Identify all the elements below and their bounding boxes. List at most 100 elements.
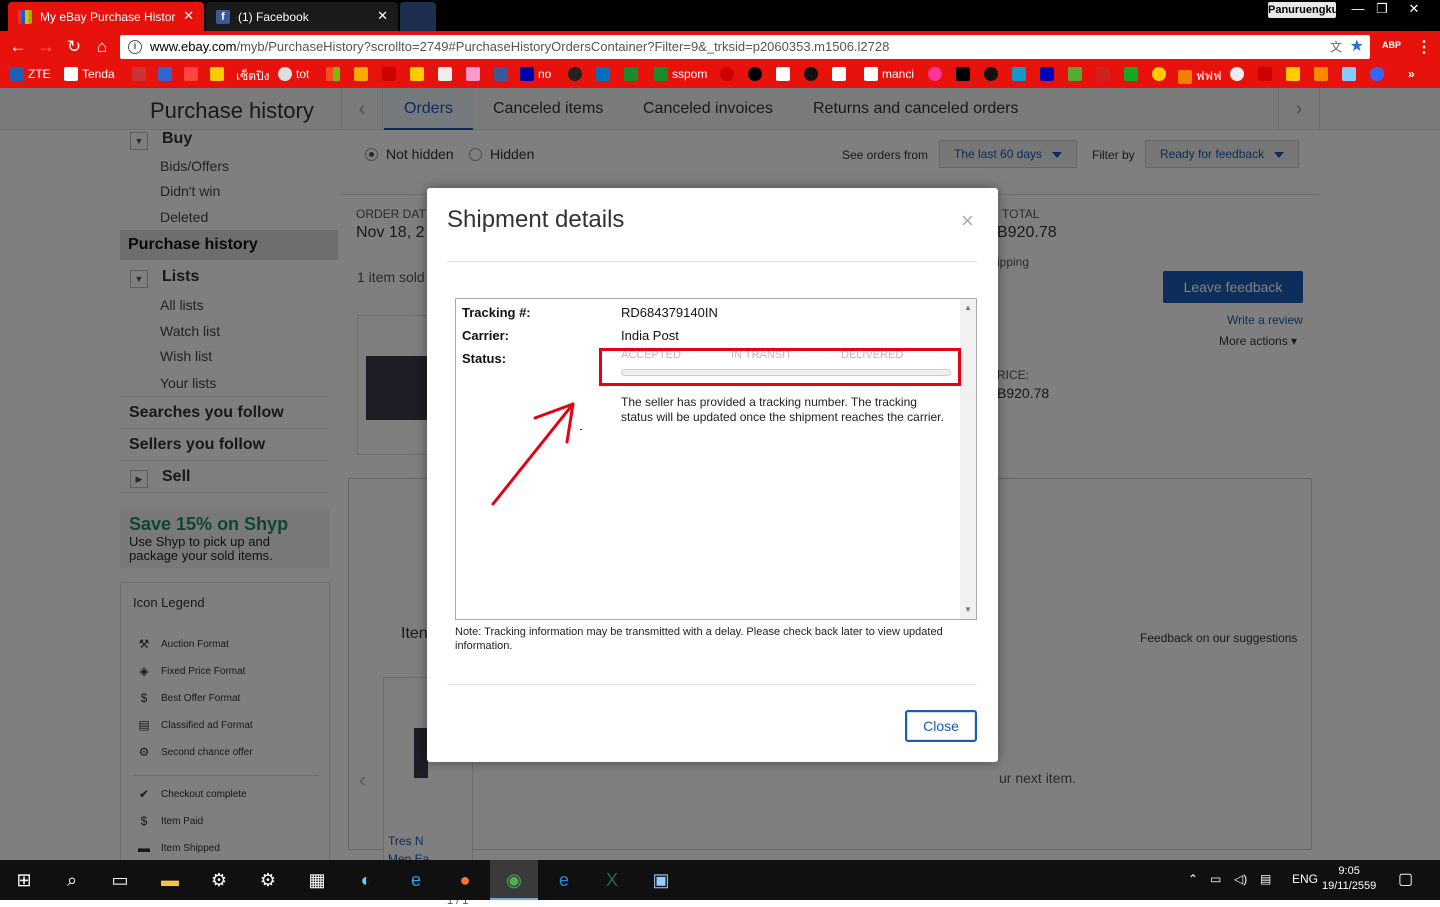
tab-facebook[interactable]: f (1) Facebook ✕	[206, 2, 398, 31]
volume-icon[interactable]: ◁)	[1234, 872, 1247, 886]
bookmark-icon	[10, 67, 24, 81]
bookmark-icon	[568, 67, 582, 81]
bookmark-icon	[1370, 67, 1384, 81]
url-path: /myb/PurchaseHistory?scrollto=2749#Purch…	[236, 39, 890, 54]
bookmark-icon	[354, 67, 368, 81]
tab-title: My eBay Purchase Histor	[40, 9, 176, 24]
bookmark-tv[interactable]: no	[520, 67, 551, 81]
tab-close-icon[interactable]: ✕	[377, 8, 388, 24]
app-icon[interactable]: ◐	[354, 868, 378, 892]
home-icon[interactable]: ⌂	[92, 37, 112, 57]
task-view-icon[interactable]: ▭	[108, 868, 132, 892]
scroll-down-icon[interactable]: ▼	[964, 605, 972, 614]
info-icon[interactable]: i	[128, 40, 142, 54]
bookmark-icons-2[interactable]	[326, 67, 508, 81]
profile-button[interactable]: Panuruengkunk	[1268, 2, 1351, 18]
bookmark-icon	[654, 67, 668, 81]
tracking-label: Tracking #:	[462, 305, 531, 320]
bookmark-icon	[1342, 67, 1356, 81]
start-icon[interactable]: ⊞	[12, 868, 36, 892]
bookmark-icons-3[interactable]	[568, 67, 638, 81]
firefox-icon[interactable]: ●	[453, 868, 477, 892]
remote-desktop-icon[interactable]: ▣	[649, 868, 673, 892]
network-icon[interactable]: ▭	[1210, 872, 1221, 886]
keyboard-icon[interactable]: ▤	[1260, 872, 1271, 886]
bookmark-icon	[210, 67, 224, 81]
bookmark-manci[interactable]: manci	[864, 67, 914, 81]
settings-icon[interactable]: ⚙	[256, 868, 280, 892]
windows-icon	[326, 67, 340, 81]
tab-ebay[interactable]: My eBay Purchase Histor ✕	[8, 2, 204, 31]
bookmark-star-icon[interactable]: ★	[1350, 35, 1364, 59]
shipment-details-dialog: Shipment details × Tracking #: RD6843791…	[427, 188, 998, 762]
bookmark-icons-6[interactable]	[1230, 67, 1384, 81]
tracking-message: The seller has provided a tracking numbe…	[621, 395, 944, 424]
ball-icon	[804, 67, 818, 81]
bookmark-icon	[1314, 67, 1328, 81]
internet-explorer-icon[interactable]: e	[404, 868, 428, 892]
bookmark-icons-5[interactable]	[928, 67, 1166, 81]
bookmark-icon	[158, 67, 172, 81]
menu-icon[interactable]: ⋮	[1416, 37, 1432, 57]
tools-icon[interactable]: ⚙	[207, 868, 231, 892]
page-icon	[64, 67, 78, 81]
language-indicator[interactable]: ENG	[1292, 872, 1318, 886]
bookmarks-overflow-icon[interactable]: »	[1408, 67, 1415, 81]
address-bar[interactable]: i www.ebay.com/myb/PurchaseHistory?scrol…	[120, 35, 1370, 59]
bookmark-icon	[1040, 67, 1054, 81]
carrier-name: India Post	[621, 328, 679, 343]
facebook-favicon: f	[216, 9, 230, 24]
bookmark-tot[interactable]: tot	[278, 67, 309, 81]
new-tab-button[interactable]	[400, 2, 436, 31]
bookmark-icon	[832, 67, 846, 81]
globe-icon	[278, 67, 292, 81]
close-button[interactable]: Close	[905, 710, 977, 742]
status-highlight-box	[599, 348, 961, 386]
bookmark-icons-4[interactable]	[720, 67, 846, 81]
panel-scrollbar[interactable]: ▲ ▼	[960, 299, 976, 619]
edge-icon[interactable]: e	[552, 868, 576, 892]
tab-title: (1) Facebook	[238, 9, 309, 24]
bookmark-icon	[776, 67, 790, 81]
forward-icon[interactable]: →	[36, 37, 56, 57]
adblock-icon[interactable]: ABP	[1382, 40, 1401, 50]
chrome-icon[interactable]: ◉	[502, 868, 526, 892]
divider	[447, 261, 977, 262]
restore-icon[interactable]: ❐	[1368, 0, 1396, 18]
clock[interactable]: 9:05 19/11/2559	[1322, 864, 1376, 894]
bookmark-setping[interactable]: เซ็ตปิง	[236, 67, 270, 86]
bookmark-icon	[382, 67, 396, 81]
page-icon	[864, 67, 878, 81]
excel-icon[interactable]: X	[600, 868, 624, 892]
bookmark-icon	[956, 67, 970, 81]
bookmark-tenda[interactable]: Tenda	[64, 67, 115, 81]
bookmark-icon	[132, 67, 146, 81]
dialog-close-icon[interactable]: ×	[961, 208, 974, 234]
bookmark-icons[interactable]	[132, 67, 224, 81]
calculator-icon[interactable]: ▦	[305, 868, 329, 892]
back-icon[interactable]: ←	[8, 37, 28, 57]
search-icon[interactable]: ⌕	[60, 868, 84, 892]
bookmark-icon	[1068, 67, 1082, 81]
tab-close-icon[interactable]: ✕	[183, 8, 194, 24]
tray-chevron-icon[interactable]: ⌃	[1188, 872, 1198, 886]
translate-icon[interactable]: 文	[1330, 35, 1342, 59]
bookmark-icon	[1012, 67, 1026, 81]
notifications-icon[interactable]: ▢	[1398, 869, 1413, 889]
bookmark-blog[interactable]: ฟฟฟ	[1178, 67, 1222, 86]
bookmark-icon	[1230, 67, 1244, 81]
file-explorer-icon[interactable]: ▬	[158, 868, 182, 892]
scroll-up-icon[interactable]: ▲	[964, 303, 972, 312]
bookmarks-bar: ZTE Tenda เซ็ตปิง tot no sspom manci ฟฟฟ…	[0, 63, 1440, 88]
status-label: Status:	[462, 351, 507, 366]
windows-taskbar: ⊞ ⌕ ▭ ▬ ⚙ ⚙ ▦ ◐ e ● ◉ e X ▣ ⌃ ▭ ◁) ▤ ENG…	[0, 860, 1440, 900]
tracking-number: RD684379140IN	[621, 305, 718, 320]
bookmark-zte[interactable]: ZTE	[10, 67, 51, 81]
bookmark-icon	[1286, 67, 1300, 81]
bookmark-sspom[interactable]: sspom	[654, 67, 707, 81]
navigation-bar: ← → ↻ ⌂ i www.ebay.com/myb/PurchaseHisto…	[0, 31, 1440, 63]
reload-icon[interactable]: ↻	[64, 37, 84, 57]
bookmark-icon	[1096, 67, 1110, 81]
window-close-icon[interactable]: ✕	[1400, 0, 1428, 18]
tab-strip: My eBay Purchase Histor ✕ f (1) Facebook…	[0, 0, 1440, 31]
